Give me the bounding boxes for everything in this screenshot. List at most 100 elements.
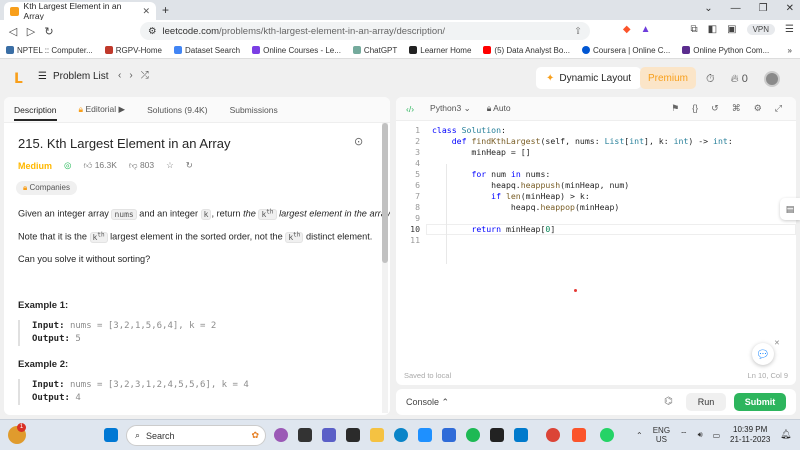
debug-icon[interactable]: ⌬ (664, 396, 673, 407)
address-bar[interactable]: ⚙ leetcode.com/problems/kth-largest-elem… (140, 22, 590, 40)
more-options-icon[interactable]: ⊙ (354, 135, 363, 148)
code-line: def findKthLargest(self, nums: List[int]… (451, 136, 733, 146)
bookmark-icon[interactable]: ⚑ (671, 103, 679, 114)
bookmark-rgpv[interactable]: RGPV-Home (104, 46, 162, 55)
forward-icon[interactable]: ▷ (22, 25, 40, 38)
volume-icon[interactable]: 🔊︎ (698, 430, 703, 440)
wallet-icon[interactable]: ▣ (727, 24, 736, 35)
taskbar-search[interactable]: ⌕ Search ✿ (126, 425, 266, 446)
weather-widget-icon[interactable]: 1 (8, 423, 26, 444)
brave-shield-icon[interactable]: ◆ (623, 24, 631, 35)
menu-icon[interactable]: ☰ (785, 24, 794, 35)
tab-description[interactable]: Description (14, 105, 57, 121)
language-select[interactable]: Python3 ⌄ (430, 103, 471, 114)
extensions-icon[interactable]: ⧉ (691, 24, 698, 35)
brave-rewards-icon[interactable]: ▲ (641, 24, 651, 35)
companies-tag[interactable]: 🔒︎ Companies (16, 181, 77, 195)
store-icon[interactable] (442, 428, 456, 442)
shortcut-icon[interactable]: ⌘ (732, 103, 741, 114)
site-info-icon[interactable]: ⚙ (148, 26, 157, 37)
bookmark-nptel[interactable]: NPTEL :: Computer... (6, 46, 93, 55)
brave-icon[interactable] (572, 428, 586, 442)
wifi-icon[interactable]: ⌔ (680, 430, 688, 440)
timer-icon[interactable]: ⏱ (706, 73, 715, 86)
auto-mode-toggle[interactable]: 🔒︎ Auto (487, 103, 511, 114)
star-icon[interactable]: ☆ (166, 160, 174, 171)
battery-icon[interactable]: ▭ (713, 431, 721, 440)
shuffle-icon[interactable]: ⤮ (141, 70, 149, 81)
side-panel-icon[interactable]: ▤ (780, 198, 800, 220)
bookmark-online-python[interactable]: Online Python Com... (682, 46, 769, 55)
reload-icon[interactable]: ↻ (40, 25, 58, 38)
edge-icon[interactable] (394, 428, 408, 442)
task-view-icon[interactable] (298, 428, 312, 442)
chat-icon[interactable]: 💬︎ (752, 343, 774, 365)
prev-problem-icon[interactable]: ‹ (118, 70, 121, 81)
bookmark-youtube[interactable]: (5) Data Analyst Bo... (483, 46, 570, 55)
app-icon[interactable] (346, 428, 360, 442)
bookmark-learner-home[interactable]: Learner Home (409, 46, 471, 55)
avatar[interactable] (763, 71, 780, 87)
teams-icon[interactable] (322, 428, 336, 442)
minimize-icon[interactable]: — (731, 3, 741, 14)
sidebar-icon[interactable]: ◧ (708, 24, 717, 35)
tab-editorial[interactable]: 🔒︎ Editorial ▶ (79, 104, 126, 115)
maximize-icon[interactable]: ❐ (759, 3, 768, 14)
braces-icon[interactable]: {} (692, 103, 698, 114)
chevron-up-icon[interactable]: ⌃ (636, 431, 643, 440)
windows-start-icon[interactable] (104, 428, 118, 442)
copilot-icon[interactable] (274, 428, 288, 442)
vscode-icon[interactable] (514, 428, 528, 442)
premium-button[interactable]: Premium (640, 67, 697, 89)
leetcode-logo-icon[interactable]: ᒪ (14, 70, 23, 87)
bookmark-online-courses[interactable]: Online Courses - Le... (252, 46, 341, 55)
browser-tab[interactable]: Kth Largest Element in an Array ✕ (4, 1, 156, 21)
expand-icon[interactable]: ⤢ (775, 103, 782, 114)
browser-tab-strip: Kth Largest Element in an Array ✕ + ⌄ — … (0, 0, 800, 21)
vpn-button[interactable]: VPN (746, 24, 776, 35)
tab-solutions[interactable]: Solutions (9.4K) (147, 105, 207, 115)
description-scrollbar[interactable] (382, 123, 388, 413)
notification-bell-icon[interactable]: 🔔︎ (780, 429, 791, 440)
submit-button[interactable]: Submit (734, 393, 786, 411)
dynamic-layout-button[interactable]: ✦ Dynamic Layout (536, 67, 642, 89)
description-tabs: Description 🔒︎ Editorial ▶ Solutions (9.… (4, 97, 390, 123)
settings-icon[interactable]: ⚙ (754, 103, 762, 114)
chrome-icon[interactable] (546, 428, 560, 442)
like-button[interactable]: 👍︎ 16.3K (83, 160, 116, 171)
bookmark-coursera[interactable]: Coursera | Online C... (582, 46, 670, 55)
video-icon: ▶ (118, 104, 126, 114)
problem-list-button[interactable]: ☰ Problem List (38, 71, 109, 82)
language-indicator[interactable]: ENG US (653, 426, 670, 444)
lock-icon: 🔒︎ (486, 103, 492, 113)
console-toggle[interactable]: Console ⌃ (406, 397, 449, 408)
chevron-down-icon[interactable]: ⌄ (704, 3, 712, 14)
new-tab-icon[interactable]: + (162, 3, 169, 17)
code-line: heapq.heappop(minHeap) (432, 202, 620, 212)
terminal-icon[interactable] (490, 428, 504, 442)
scrollbar-thumb[interactable] (382, 123, 388, 263)
share-icon[interactable]: ↻ (186, 160, 193, 171)
browser-actions: ◆ ▲ ⧉ ◧ ▣ VPN ☰ (623, 24, 794, 35)
run-button[interactable]: Run (686, 393, 726, 411)
bookmark-dataset-search[interactable]: Dataset Search (173, 46, 240, 55)
close-tab-icon[interactable]: ✕ (142, 6, 150, 17)
more-bookmarks-icon[interactable]: » (788, 46, 792, 55)
tab-submissions[interactable]: Submissions (230, 105, 278, 115)
bookmark-chatgpt[interactable]: ChatGPT (352, 46, 397, 55)
back-icon[interactable]: ◁ (4, 25, 22, 38)
whatsapp-icon[interactable] (600, 428, 614, 442)
dislike-button[interactable]: 👎︎ 803 (129, 160, 154, 171)
close-window-icon[interactable]: ✕ (786, 3, 794, 14)
clock[interactable]: 10:39 PM 21-11-2023 (730, 425, 770, 445)
spotify-icon[interactable] (466, 428, 480, 442)
reset-icon[interactable]: ↺ (711, 103, 719, 114)
streak-counter[interactable]: 🔥︎ 0 (731, 73, 748, 86)
next-problem-icon[interactable]: › (129, 70, 132, 81)
close-chat-icon[interactable]: ✕ (774, 339, 780, 347)
code-line: class Solution: (432, 125, 506, 135)
file-explorer-icon[interactable] (370, 428, 384, 442)
difficulty-badge: Medium (18, 160, 53, 171)
photos-icon[interactable] (418, 428, 432, 442)
share-icon[interactable]: ⇪ (574, 26, 582, 37)
